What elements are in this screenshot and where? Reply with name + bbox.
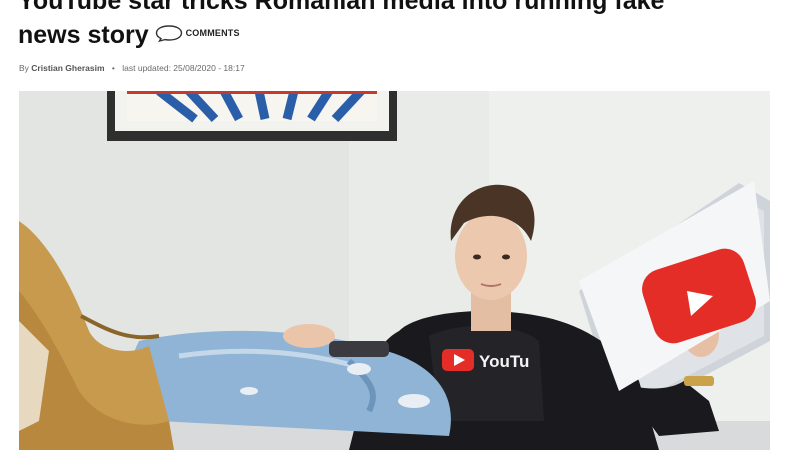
- shirt-logo-text: YouTu: [479, 352, 529, 371]
- headline-line-1: YouTube star tricks Romanian media into …: [18, 0, 665, 15]
- speech-bubble-icon: [155, 25, 182, 43]
- article-byline: By Cristian Gherasim • last updated: 25/…: [19, 63, 245, 73]
- last-updated-timestamp: last updated: 25/08/2020 - 18:17: [122, 63, 245, 73]
- framed-artwork: [107, 91, 397, 141]
- author-link[interactable]: Cristian Gherasim: [31, 63, 104, 73]
- byline-separator: •: [111, 63, 115, 73]
- shirt-youtube-logo: YouTu: [442, 349, 529, 371]
- article-headline: YouTube star tricks Romanian media into …: [18, 0, 788, 53]
- byline-prefix: By: [19, 63, 29, 73]
- article-photo: YouTu: [19, 91, 770, 450]
- comments-link[interactable]: COMMENTS: [155, 16, 240, 50]
- comments-label: COMMENTS: [185, 28, 240, 39]
- headline-line-2: news story COMMENTS: [18, 18, 788, 53]
- headline-line-2-text: news story: [18, 21, 149, 49]
